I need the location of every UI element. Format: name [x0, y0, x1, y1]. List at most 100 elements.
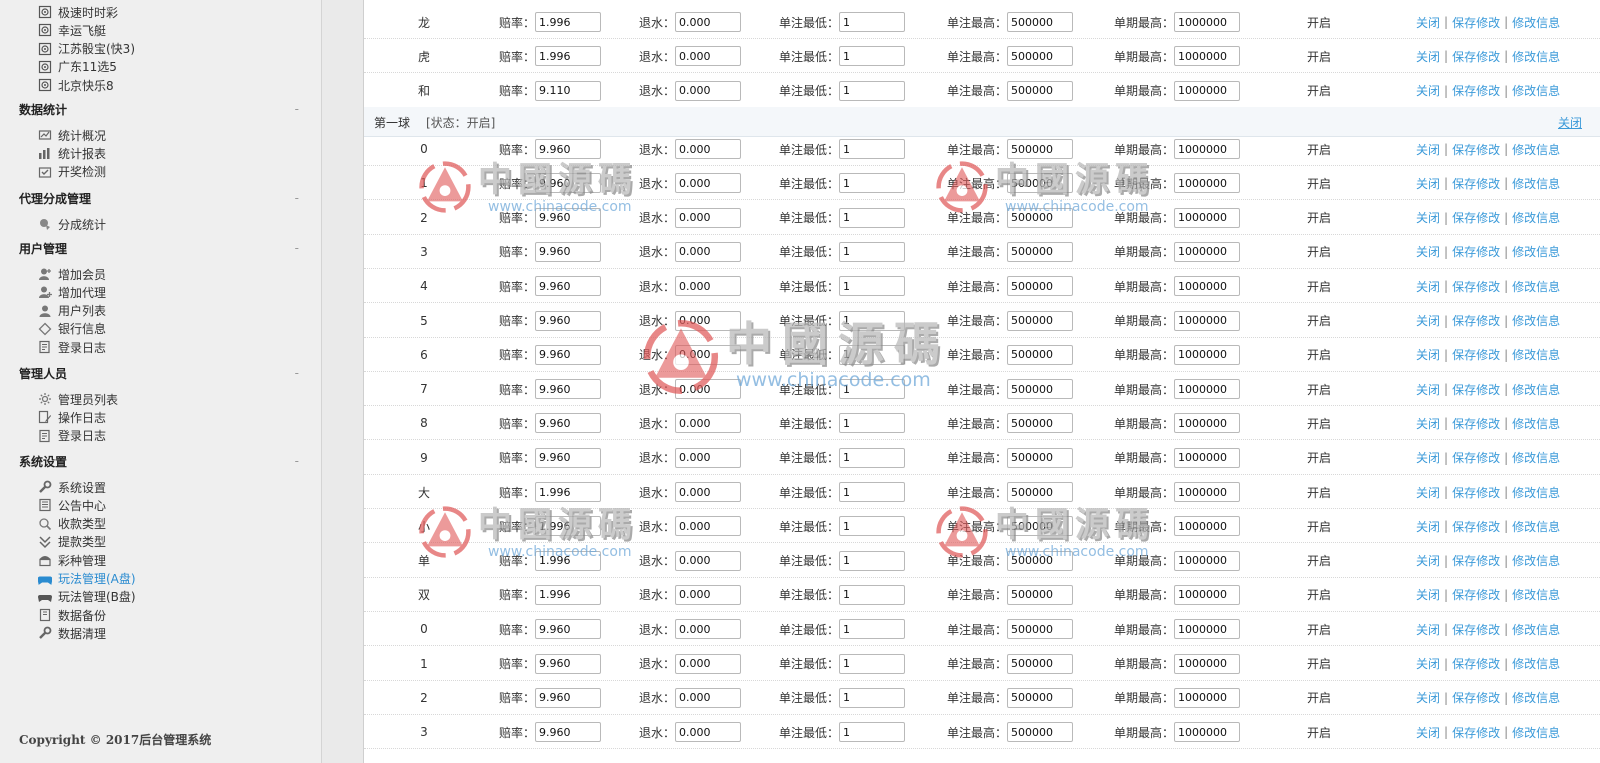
close-link[interactable]: 关闭	[1416, 14, 1440, 31]
close-link[interactable]: 关闭	[1416, 621, 1440, 638]
sidebar-section-header[interactable]: 管理人员 -	[19, 364, 299, 382]
rebate-input[interactable]	[675, 516, 742, 537]
max-bet-input[interactable]	[1007, 139, 1074, 159]
max-bet-input[interactable]	[1007, 447, 1074, 468]
edit-info-link[interactable]: 修改信息	[1512, 552, 1560, 569]
sidebar-item[interactable]: 数据清理	[38, 624, 106, 642]
max-bet-input[interactable]	[1007, 619, 1074, 640]
close-link[interactable]: 关闭	[1416, 484, 1440, 501]
odds-input[interactable]	[535, 584, 602, 605]
odds-input[interactable]	[535, 310, 602, 331]
rebate-input[interactable]	[675, 207, 742, 228]
edit-info-link[interactable]: 修改信息	[1512, 518, 1560, 535]
save-changes-link[interactable]: 保存修改	[1452, 415, 1500, 432]
close-link[interactable]: 关闭	[1416, 82, 1440, 99]
save-changes-link[interactable]: 保存修改	[1452, 689, 1500, 706]
close-link[interactable]: 关闭	[1416, 586, 1440, 603]
odds-input[interactable]	[535, 687, 602, 708]
odds-input[interactable]	[535, 207, 602, 228]
collapse-toggle-icon[interactable]: -	[295, 454, 299, 468]
edit-info-link[interactable]: 修改信息	[1512, 415, 1560, 432]
min-bet-input[interactable]	[839, 619, 906, 640]
sidebar-item[interactable]: 广东11选5	[38, 58, 117, 76]
save-changes-link[interactable]: 保存修改	[1452, 586, 1500, 603]
save-changes-link[interactable]: 保存修改	[1452, 346, 1500, 363]
sidebar-item[interactable]: 北京快乐8	[38, 76, 114, 94]
odds-input[interactable]	[535, 482, 602, 502]
save-changes-link[interactable]: 保存修改	[1452, 312, 1500, 329]
sidebar-item[interactable]: 收款类型	[38, 515, 106, 533]
edit-info-link[interactable]: 修改信息	[1512, 724, 1560, 741]
save-changes-link[interactable]: 保存修改	[1452, 278, 1500, 295]
max-bet-input[interactable]	[1007, 379, 1074, 400]
edit-info-link[interactable]: 修改信息	[1512, 278, 1560, 295]
collapse-toggle-icon[interactable]: -	[295, 241, 299, 255]
sidebar-section-header[interactable]: 代理分成管理 -	[19, 189, 299, 207]
max-bet-input[interactable]	[1007, 550, 1074, 571]
odds-input[interactable]	[535, 276, 602, 297]
odds-input[interactable]	[535, 12, 602, 32]
rebate-input[interactable]	[675, 413, 742, 434]
sidebar-item[interactable]: 统计报表	[38, 144, 106, 162]
close-link[interactable]: 关闭	[1416, 175, 1440, 192]
odds-input[interactable]	[535, 619, 602, 640]
edit-info-link[interactable]: 修改信息	[1512, 586, 1560, 603]
odds-input[interactable]	[535, 241, 602, 262]
close-link[interactable]: 关闭	[1416, 243, 1440, 260]
max-bet-input[interactable]	[1007, 687, 1074, 708]
rebate-input[interactable]	[675, 276, 742, 297]
rebate-input[interactable]	[675, 173, 742, 194]
max-bet-input[interactable]	[1007, 241, 1074, 262]
min-bet-input[interactable]	[839, 447, 906, 468]
save-changes-link[interactable]: 保存修改	[1452, 518, 1500, 535]
close-link[interactable]: 关闭	[1416, 278, 1440, 295]
sidebar-item[interactable]: 极速时时彩	[38, 3, 118, 21]
close-link[interactable]: 关闭	[1416, 415, 1440, 432]
min-bet-input[interactable]	[839, 482, 906, 502]
min-bet-input[interactable]	[839, 516, 906, 537]
period-max-input[interactable]	[1174, 482, 1241, 502]
sidebar-item[interactable]: 公告中心	[38, 496, 106, 514]
min-bet-input[interactable]	[839, 584, 906, 605]
edit-info-link[interactable]: 修改信息	[1512, 243, 1560, 260]
sidebar-section-header[interactable]: 系统设置 -	[19, 452, 299, 470]
period-max-input[interactable]	[1174, 80, 1241, 101]
rebate-input[interactable]	[675, 482, 742, 502]
sidebar-item[interactable]: 数据备份	[38, 606, 106, 624]
save-changes-link[interactable]: 保存修改	[1452, 14, 1500, 31]
max-bet-input[interactable]	[1007, 276, 1074, 297]
save-changes-link[interactable]: 保存修改	[1452, 141, 1500, 158]
save-changes-link[interactable]: 保存修改	[1452, 381, 1500, 398]
close-link[interactable]: 关闭	[1416, 346, 1440, 363]
sidebar-item[interactable]: 玩法管理(B盘)	[38, 588, 136, 606]
min-bet-input[interactable]	[839, 310, 906, 331]
collapse-toggle-icon[interactable]: -	[295, 191, 299, 205]
rebate-input[interactable]	[675, 687, 742, 708]
rebate-input[interactable]	[675, 344, 742, 365]
sidebar-item[interactable]: 登录日志	[38, 338, 106, 356]
save-changes-link[interactable]: 保存修改	[1452, 48, 1500, 65]
period-max-input[interactable]	[1174, 516, 1241, 537]
sidebar-item[interactable]: 江苏骰宝(快3)	[38, 40, 135, 58]
sidebar-item[interactable]: 用户列表	[38, 302, 106, 320]
collapse-toggle-icon[interactable]: -	[295, 366, 299, 380]
period-max-input[interactable]	[1174, 12, 1241, 32]
max-bet-input[interactable]	[1007, 413, 1074, 434]
period-max-input[interactable]	[1174, 139, 1241, 159]
period-max-input[interactable]	[1174, 687, 1241, 708]
edit-info-link[interactable]: 修改信息	[1512, 82, 1560, 99]
close-link[interactable]: 关闭	[1416, 209, 1440, 226]
save-changes-link[interactable]: 保存修改	[1452, 209, 1500, 226]
edit-info-link[interactable]: 修改信息	[1512, 209, 1560, 226]
max-bet-input[interactable]	[1007, 310, 1074, 331]
edit-info-link[interactable]: 修改信息	[1512, 484, 1560, 501]
min-bet-input[interactable]	[839, 344, 906, 365]
min-bet-input[interactable]	[839, 653, 906, 674]
odds-input[interactable]	[535, 80, 602, 101]
period-max-input[interactable]	[1174, 46, 1241, 67]
odds-input[interactable]	[535, 653, 602, 674]
min-bet-input[interactable]	[839, 550, 906, 571]
odds-input[interactable]	[535, 516, 602, 537]
min-bet-input[interactable]	[839, 722, 906, 743]
close-link[interactable]: 关闭	[1416, 518, 1440, 535]
